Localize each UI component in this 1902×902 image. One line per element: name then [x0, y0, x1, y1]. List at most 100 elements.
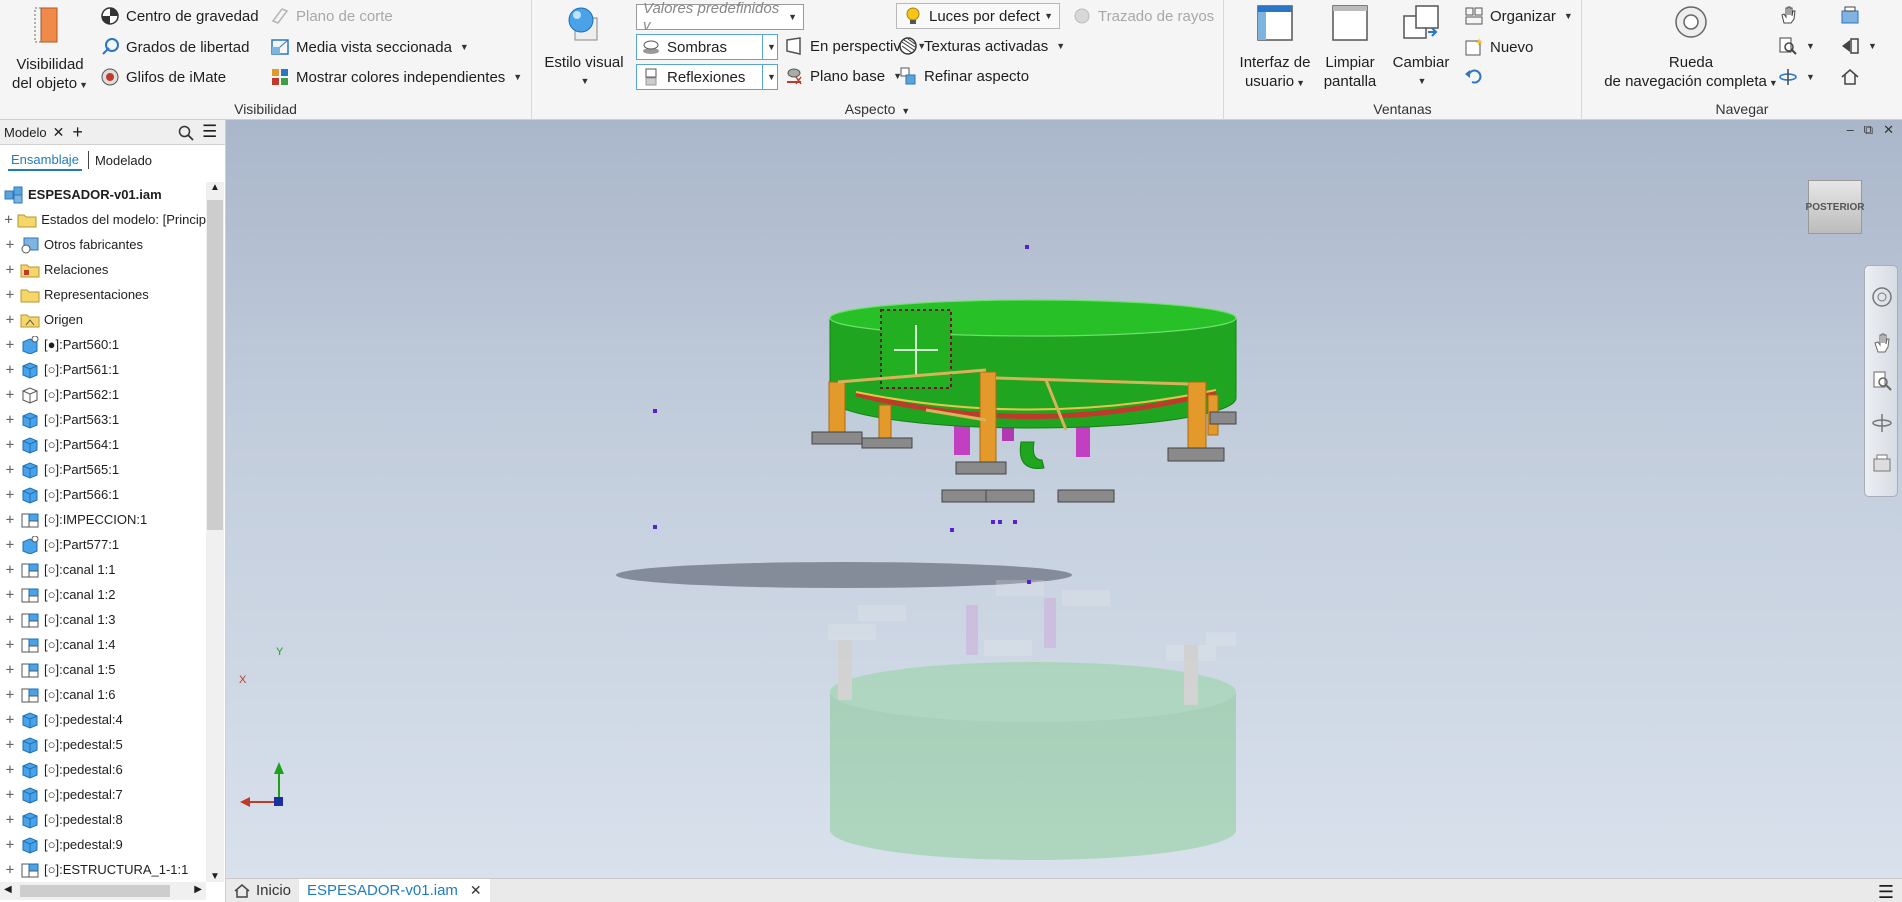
- tree-node[interactable]: + [○]:Part577:1: [0, 532, 206, 557]
- expand-icon[interactable]: +: [0, 312, 20, 328]
- scroll-up-icon[interactable]: ▲: [210, 182, 220, 193]
- expand-icon[interactable]: +: [0, 737, 20, 753]
- estilo-visual-button[interactable]: Estilo visual ▼: [544, 4, 624, 91]
- valores-predefinidos-dropdown[interactable]: Valores predefinidos v ▼: [636, 0, 804, 34]
- undo-button[interactable]: [1464, 66, 1484, 86]
- expand-icon[interactable]: +: [0, 762, 20, 778]
- plano-base-button[interactable]: Plano base ▼: [784, 66, 902, 86]
- tree-node[interactable]: + [○]:IMPECCION:1: [0, 507, 206, 532]
- tree-node[interactable]: + Origen: [0, 307, 206, 332]
- chevron-down-icon[interactable]: ▼: [1056, 41, 1065, 51]
- steering-wheel-icon[interactable]: [1871, 286, 1893, 308]
- view-face-button[interactable]: ▼: [1840, 36, 1877, 56]
- expand-icon[interactable]: +: [0, 712, 20, 728]
- media-vista-button[interactable]: Media vista seccionada ▼: [270, 37, 469, 57]
- scroll-left-icon[interactable]: ◀: [4, 884, 12, 895]
- expand-icon[interactable]: +: [0, 787, 20, 803]
- orbit-button[interactable]: ▼: [1778, 67, 1815, 87]
- expand-icon[interactable]: +: [0, 362, 20, 378]
- expand-icon[interactable]: +: [0, 537, 20, 553]
- luces-dropdown[interactable]: Luces por defect ▼: [896, 3, 1060, 29]
- expand-icon[interactable]: +: [0, 287, 20, 303]
- tree-node[interactable]: + [○]:Part563:1: [0, 407, 206, 432]
- scrollbar-thumb[interactable]: [20, 885, 170, 897]
- look-at-button[interactable]: [1840, 5, 1860, 25]
- tree-node[interactable]: + [○]:ESTRUCTURA_1-1:1: [0, 857, 206, 882]
- chevron-down-icon[interactable]: ▼: [513, 72, 522, 82]
- expand-icon[interactable]: +: [0, 562, 20, 578]
- chevron-down-icon[interactable]: ▼: [1806, 41, 1815, 51]
- pan-button[interactable]: [1778, 5, 1798, 25]
- reflexiones-dropdown[interactable]: ▼: [762, 64, 778, 90]
- add-tab-icon[interactable]: +: [72, 122, 83, 143]
- tree-node[interactable]: + [○]:canal 1:1: [0, 557, 206, 582]
- scroll-down-icon[interactable]: ▼: [210, 871, 220, 882]
- tree-node[interactable]: + [○]:canal 1:6: [0, 682, 206, 707]
- expand-icon[interactable]: +: [0, 587, 20, 603]
- texturas-button[interactable]: Texturas activadas ▼: [898, 36, 1065, 56]
- chevron-down-icon[interactable]: ▼: [460, 42, 469, 52]
- sombras-dropdown[interactable]: ▼: [762, 34, 778, 60]
- close-icon[interactable]: ✕: [53, 124, 65, 141]
- tree-node[interactable]: + [○]:Part564:1: [0, 432, 206, 457]
- expand-icon[interactable]: +: [0, 212, 17, 228]
- expand-icon[interactable]: +: [0, 512, 20, 528]
- expand-icon[interactable]: +: [0, 812, 20, 828]
- cambiar-button[interactable]: Cambiar ▼: [1386, 4, 1456, 91]
- graphics-viewport[interactable]: – ⧉ ✕ Y X POSTERIOR: [226, 120, 1902, 878]
- tree-node[interactable]: + [○]:pedestal:5: [0, 732, 206, 757]
- tree-node[interactable]: + Otros fabricantes: [0, 232, 206, 257]
- tab-inicio[interactable]: Inicio: [226, 879, 299, 902]
- expand-icon[interactable]: +: [0, 437, 20, 453]
- scroll-right-icon[interactable]: ▶: [194, 884, 202, 895]
- tree-node[interactable]: + [○]:canal 1:5: [0, 657, 206, 682]
- tree-node[interactable]: + [○]:pedestal:8: [0, 807, 206, 832]
- zoom-button[interactable]: ▼: [1778, 36, 1815, 56]
- expand-icon[interactable]: +: [0, 612, 20, 628]
- tree-vertical-scrollbar[interactable]: ▲ ▼: [206, 182, 224, 882]
- expand-icon[interactable]: +: [0, 387, 20, 403]
- tree-node[interactable]: + [○]:canal 1:4: [0, 632, 206, 657]
- tree-node[interactable]: + [●]:Part560:1: [0, 332, 206, 357]
- tab-document-active[interactable]: ESPESADOR-v01.iam ✕: [299, 878, 490, 902]
- menu-icon[interactable]: ☰: [1878, 882, 1894, 902]
- limpiar-pantalla-button[interactable]: Limpiar pantalla: [1318, 4, 1382, 91]
- chevron-down-icon[interactable]: ▼: [1806, 72, 1815, 82]
- zoom-icon[interactable]: [1871, 370, 1893, 392]
- subtab-modelado[interactable]: Modelado: [95, 153, 152, 168]
- expand-icon[interactable]: +: [0, 237, 20, 253]
- tree-node[interactable]: + [○]:Part562:1: [0, 382, 206, 407]
- reflexiones-button[interactable]: Reflexiones: [636, 64, 774, 90]
- pan-hand-icon[interactable]: [1871, 332, 1893, 354]
- glifos-imate-button[interactable]: Glifos de iMate: [100, 67, 226, 87]
- menu-icon[interactable]: ☰: [202, 122, 217, 142]
- close-icon[interactable]: ✕: [470, 882, 482, 899]
- plano-corte-button[interactable]: Plano de corte: [270, 6, 393, 26]
- grados-libertad-button[interactable]: Grados de libertad: [100, 37, 249, 57]
- tree-node[interactable]: + Relaciones: [0, 257, 206, 282]
- tree-node[interactable]: + Estados del modelo: [Princip: [0, 207, 206, 232]
- tree-node[interactable]: + [○]:Part565:1: [0, 457, 206, 482]
- tree-node[interactable]: + [○]:pedestal:6: [0, 757, 206, 782]
- expand-icon[interactable]: +: [0, 462, 20, 478]
- trazado-rayos-button[interactable]: Trazado de rayos: [1072, 6, 1214, 26]
- chevron-down-icon[interactable]: ▼: [1564, 11, 1573, 21]
- tree-root[interactable]: ESPESADOR-v01.iam: [0, 182, 206, 207]
- rueda-navegacion-button[interactable]: Rueda de navegación completa ▼: [1596, 4, 1786, 93]
- chevron-down-icon[interactable]: ▼: [1868, 41, 1877, 51]
- refinar-aspecto-button[interactable]: Refinar aspecto: [898, 66, 1029, 86]
- tree-node[interactable]: + [○]:pedestal:9: [0, 832, 206, 857]
- interfaz-usuario-button[interactable]: Interfaz de usuario ▼: [1236, 4, 1314, 93]
- organizar-button[interactable]: Organizar ▼: [1464, 6, 1573, 26]
- orbit-icon[interactable]: [1871, 412, 1893, 434]
- tree-node[interactable]: + [○]:pedestal:4: [0, 707, 206, 732]
- scrollbar-thumb[interactable]: [207, 200, 223, 530]
- sombras-button[interactable]: Sombras: [636, 34, 774, 60]
- viewcube[interactable]: POSTERIOR: [1806, 180, 1864, 234]
- expand-icon[interactable]: +: [0, 637, 20, 653]
- expand-icon[interactable]: +: [0, 487, 20, 503]
- panel-title-aspecto[interactable]: Aspecto ▼: [532, 101, 1223, 117]
- centro-gravedad-button[interactable]: Centro de gravedad: [100, 6, 259, 26]
- expand-icon[interactable]: +: [0, 262, 20, 278]
- tree-node[interactable]: + [○]:Part561:1: [0, 357, 206, 382]
